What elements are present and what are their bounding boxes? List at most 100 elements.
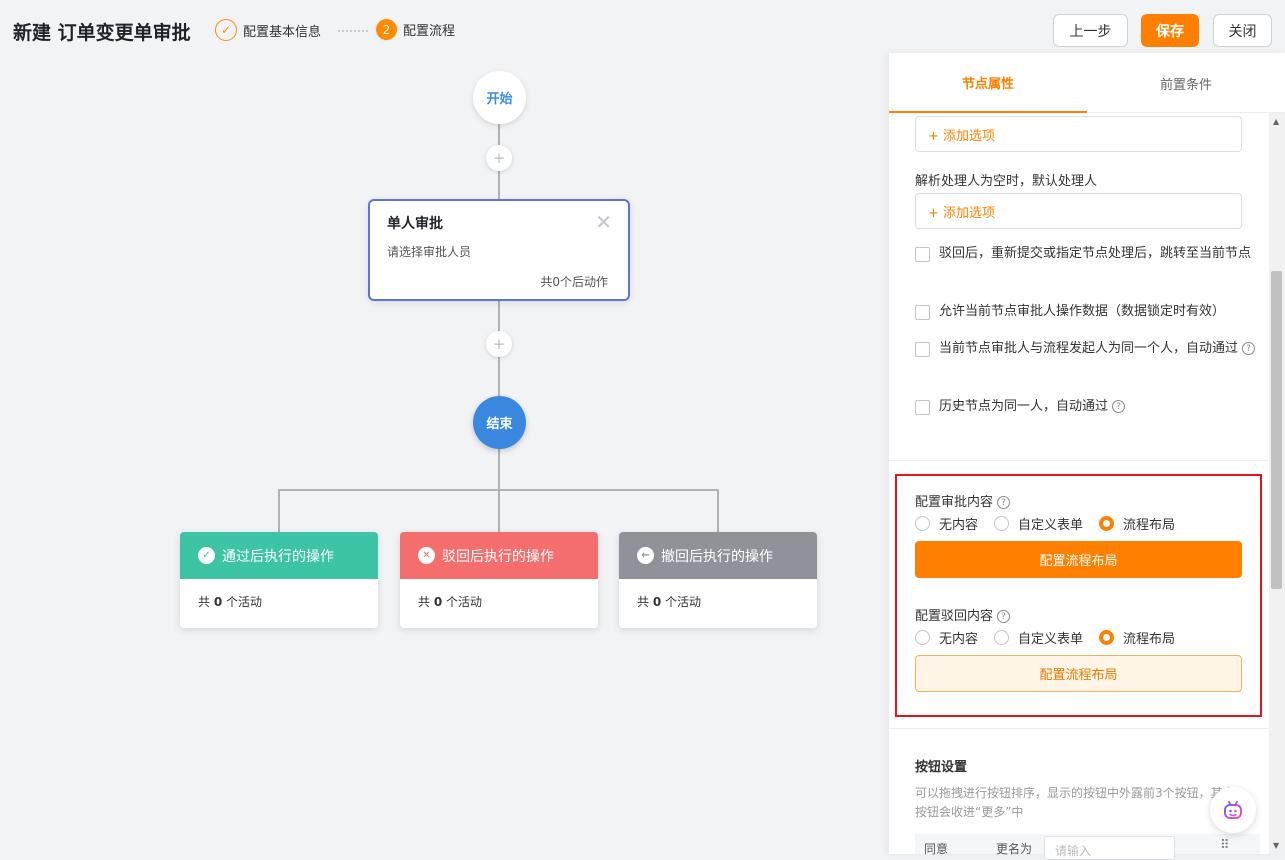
step-basic-info-label: 配置基本信息 [243,24,322,40]
radio[interactable] [994,516,1010,531]
withdraw-action-count: 共 0 个活动 [637,595,702,609]
radio-selected[interactable] [1099,516,1115,531]
arrow-left-circle-icon: ← [637,547,654,564]
reject-content-label: 配置驳回内容? [915,605,1011,624]
flow-connector [498,489,500,532]
radio-flow-layout[interactable]: 流程布局 [1099,514,1175,533]
add-node-icon[interactable]: + [486,331,512,357]
checkbox[interactable] [915,304,930,320]
node-properties-panel: 节点属性 前置条件 + 添加选项 解析处理人为空时，默认处理人 + 添加选项 驳… [889,53,1285,860]
step-number-badge: 2 [376,19,397,40]
checkbox-label: 历史节点为同一人，自动通过 [939,399,1109,414]
save-button[interactable]: 保存 [1141,14,1199,47]
checkbox[interactable] [915,341,930,357]
radio-selected[interactable] [1099,630,1115,645]
reject-content-radio-group: 无内容 自定义表单 流程布局 [915,628,1191,647]
help-icon[interactable]: ? [1242,342,1256,355]
radio-flow-layout[interactable]: 流程布局 [1099,628,1175,647]
close-icon[interactable]: ✕ [595,210,612,234]
help-icon[interactable]: ? [1112,400,1126,413]
approval-node-subtitle: 请选择审批人员 [387,245,472,259]
radio-custom-form[interactable]: 自定义表单 [994,628,1083,647]
reject-action-header: ✕ 驳回后执行的操作 [400,532,598,579]
close-button[interactable]: 关闭 [1213,14,1272,47]
radio-none[interactable]: 无内容 [915,514,978,533]
empty-handler-label: 解析处理人为空时，默认处理人 [915,174,1098,189]
step-config-flow-label: 配置流程 [403,24,456,39]
button-settings-title: 按钮设置 [915,760,968,775]
checkbox-label-wrap: 当前节点审批人与流程发起人为同一个人，自动通过? [939,340,1256,358]
checkbox[interactable] [915,399,930,415]
withdraw-action-title: 撤回后执行的操作 [661,548,773,565]
radio-label: 无内容 [939,632,979,647]
withdraw-action-card[interactable]: ← 撤回后执行的操作 共 0 个活动 [619,532,817,628]
checkbox-label: 当前节点审批人与流程发起人为同一个人，自动通过 [939,341,1239,356]
start-node[interactable]: 开始 [473,71,526,124]
rename-label: 更名为 [996,842,1033,856]
step-basic-info[interactable]: ✓ 配置基本信息 [215,19,321,41]
tab-node-properties[interactable]: 节点属性 [889,53,1087,113]
button-name: 同意 [924,842,949,856]
radio-label: 流程布局 [1123,632,1176,647]
checkbox-label-wrap: 历史节点为同一人，自动通过? [939,398,1126,416]
approval-node-card[interactable]: 单人审批 ✕ 请选择审批人员 共0个后动作 [368,199,630,301]
add-option-button[interactable]: + 添加选项 [915,116,1242,152]
approve-content-label: 配置审批内容? [915,491,1011,510]
flow-connector [498,449,500,491]
radio-none[interactable]: 无内容 [915,628,978,647]
button-settings-desc: 可以拖拽进行按钮排序，显示的按钮中外露前3个按钮，其余按钮会收进“更多”中 [915,786,1235,819]
add-default-handler-button[interactable]: + 添加选项 [915,193,1242,229]
header-bar: 新建 订单变更单审批 ✓ 配置基本信息 2 配置流程 上一步 保存 关闭 [0,0,1285,60]
page-title: 新建 订单变更单审批 [13,22,191,44]
add-node-icon[interactable]: + [486,145,512,171]
checkbox[interactable] [915,246,930,262]
pass-action-header: ✓ 通过后执行的操作 [180,532,378,579]
prev-step-button[interactable]: 上一步 [1053,14,1128,47]
step-config-flow[interactable]: 2 配置流程 [376,19,455,40]
panel-tabs: 节点属性 前置条件 [889,53,1285,113]
radio-label: 自定义表单 [1018,518,1084,533]
help-icon[interactable]: ? [997,496,1011,509]
checkbox-allow-operate[interactable]: 允许当前节点审批人操作数据（数据锁定时有效） [915,303,1260,321]
reject-action-title: 驳回后执行的操作 [442,548,554,565]
approval-node-count: 共0个后动作 [540,275,608,289]
x-circle-icon: ✕ [418,547,435,564]
checkbox-label: 驳回后，重新提交或指定节点处理后，跳转至当前节点 [939,246,1252,261]
radio[interactable] [915,630,930,645]
check-circle-icon: ✓ [198,547,215,564]
approve-content-radio-group: 无内容 自定义表单 流程布局 [915,514,1191,533]
radio-label: 无内容 [939,518,979,533]
panel-scrollbar[interactable]: ▲ ▼ [1269,113,1285,854]
config-approve-layout-button[interactable]: 配置流程布局 [915,541,1242,578]
config-reject-layout-button[interactable]: 配置流程布局 [915,655,1242,692]
flow-connector [717,489,719,532]
flow-connector [278,489,280,532]
scroll-up-icon[interactable]: ▲ [1273,117,1279,126]
checkbox-label: 允许当前节点审批人操作数据（数据锁定时有效） [939,304,1226,319]
scroll-down-icon[interactable]: ▼ [1273,841,1279,850]
flow-canvas[interactable] [0,60,890,854]
approval-node-title: 单人审批 [387,216,443,232]
assistant-robot-icon[interactable] [1210,787,1256,833]
drag-handle-icon[interactable]: ⠿ [1220,838,1230,853]
pass-action-card[interactable]: ✓ 通过后执行的操作 共 0 个活动 [180,532,378,628]
pass-action-title: 通过后执行的操作 [222,548,334,565]
radio[interactable] [915,516,930,531]
reject-action-count: 共 0 个活动 [418,595,483,609]
checkbox-auto-pass-initiator[interactable]: 当前节点审批人与流程发起人为同一个人，自动通过? [915,340,1260,358]
checkbox-auto-pass-history[interactable]: 历史节点为同一人，自动通过? [915,398,1260,416]
radio-custom-form[interactable]: 自定义表单 [994,514,1083,533]
scroll-thumb[interactable] [1271,271,1282,589]
reject-action-card[interactable]: ✕ 驳回后执行的操作 共 0 个活动 [400,532,598,628]
check-icon: ✓ [215,19,237,41]
checkbox-jump-back[interactable]: 驳回后，重新提交或指定节点处理后，跳转至当前节点 [915,245,1260,263]
withdraw-action-header: ← 撤回后执行的操作 [619,532,817,579]
radio[interactable] [994,630,1010,645]
divider [889,460,1269,461]
end-node[interactable]: 结束 [473,396,526,449]
table-row[interactable]: 同意 更名为 请输入 ⠿ [915,834,1260,860]
rename-input[interactable]: 请输入 [1044,836,1175,860]
help-icon[interactable]: ? [997,610,1011,623]
radio-label: 流程布局 [1123,518,1176,533]
tab-preconditions[interactable]: 前置条件 [1087,53,1285,113]
